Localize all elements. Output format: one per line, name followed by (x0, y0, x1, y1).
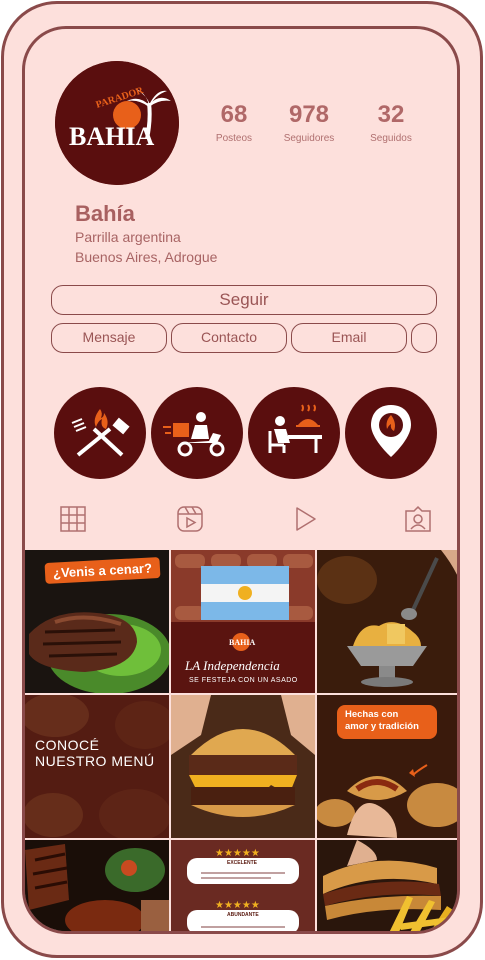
stat-following[interactable]: 32 Seguidos (351, 101, 431, 144)
more-button[interactable] (411, 323, 437, 353)
message-button[interactable]: Mensaje (51, 323, 167, 353)
follow-button[interactable]: Seguir (51, 285, 437, 315)
post-8-review1-title: EXCELENTE (227, 860, 258, 866)
post-4-line1: CONOCÉ (35, 737, 100, 753)
stat-followers-value: 978 (288, 101, 330, 128)
stat-followers-label: Seguidores (283, 133, 335, 144)
post-6-badge-line1: Hechas con (345, 709, 399, 720)
tagged-icon (405, 505, 431, 532)
ribs-image (25, 840, 169, 931)
highlight-grill[interactable] (54, 387, 146, 479)
play-icon (296, 507, 316, 531)
post-2-logo: BAHIA (229, 638, 256, 647)
stat-following-value: 32 (377, 101, 405, 128)
post-4[interactable]: CONOCÉ NUESTRO MENÚ (25, 695, 169, 838)
profile-subtitle: Parrilla argentina (75, 229, 181, 245)
dessert-image (317, 550, 457, 693)
stat-posts-value: 68 (220, 101, 248, 128)
post-1[interactable]: ¿Venis a cenar? (25, 550, 169, 693)
post-6-badge-line2: amor y tradición (345, 721, 419, 732)
stat-following-label: Seguidos (370, 133, 412, 144)
post-2-subtitle: SE FESTEJA CON UN ASADO (189, 677, 298, 684)
tab-grid[interactable] (59, 505, 87, 533)
stat-posts-label: Posteos (215, 133, 253, 144)
profile-avatar[interactable]: PARADOR BAHIA (55, 61, 179, 185)
post-4-line2: NUESTRO MENÚ (35, 753, 155, 769)
tab-tagged[interactable] (404, 505, 432, 533)
grid-icon (60, 506, 86, 532)
sandwich-fries-image (317, 840, 457, 931)
delivery-scooter-icon (163, 412, 225, 457)
svg-text:★★★★★: ★★★★★ (215, 900, 260, 911)
dining-table-icon (268, 404, 322, 453)
post-5[interactable] (171, 695, 315, 838)
tab-videos[interactable] (291, 505, 319, 533)
post-6-badge: Hechas con amor y tradición (337, 705, 437, 739)
highlight-dining[interactable] (248, 387, 340, 479)
reels-icon (177, 506, 203, 532)
post-8[interactable]: ★★★★★ ★★★★★ EXCELENTE ABUNDANTE (171, 840, 315, 931)
contact-button[interactable]: Contacto (171, 323, 287, 353)
highlight-location[interactable] (345, 387, 437, 479)
grill-tools-icon (71, 409, 130, 457)
phone-screen: PARADOR BAHIA 68 Posteos 978 Seguidores … (22, 26, 460, 934)
location-pin-icon (371, 405, 411, 457)
email-button[interactable]: Email (291, 323, 407, 353)
highlight-delivery[interactable] (151, 387, 243, 479)
posts-grid: ¿Venis a cenar? BAHIA LA Independencia S… (25, 550, 457, 931)
stat-posts[interactable]: 68 Posteos (194, 101, 274, 144)
tab-reels[interactable] (176, 505, 204, 533)
post-2[interactable]: BAHIA LA Independencia SE FESTEJA CON UN… (171, 550, 315, 693)
post-9[interactable] (317, 840, 457, 931)
post-7[interactable] (25, 840, 169, 931)
stat-followers[interactable]: 978 Seguidores (269, 101, 349, 144)
svg-text:BAHIA: BAHIA (69, 122, 154, 151)
post-3[interactable] (317, 550, 457, 693)
profile-name: Bahía (75, 201, 135, 226)
profile-location: Buenos Aires, Adrogue (75, 249, 218, 265)
post-6[interactable]: Hechas con amor y tradición (317, 695, 457, 838)
burger-image (171, 695, 315, 838)
post-8-review2-title: ABUNDANTE (227, 912, 259, 918)
logo-image: PARADOR BAHIA (55, 61, 179, 185)
post-2-title: LA Independencia (185, 658, 280, 673)
reviews-image: ★★★★★ ★★★★★ (171, 840, 315, 931)
svg-text:★★★★★: ★★★★★ (215, 848, 260, 859)
